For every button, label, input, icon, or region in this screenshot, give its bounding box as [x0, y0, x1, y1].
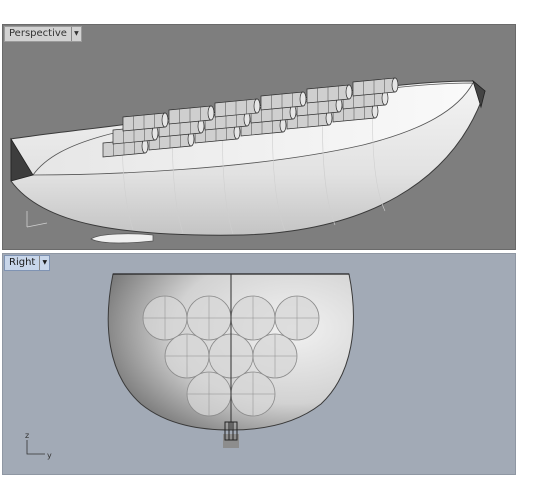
right-viewport-label[interactable]: Right ▼ — [4, 255, 51, 271]
perspective-scene — [10, 77, 486, 244]
keel — [90, 233, 154, 244]
axis-label-y: y — [47, 451, 52, 460]
tank-end-cap — [253, 98, 261, 114]
axis-label-z: z — [25, 431, 29, 440]
tank-end-cap — [345, 84, 353, 100]
axis-triad-icon — [26, 211, 48, 228]
dropdown-arrow-icon[interactable]: ▼ — [39, 256, 49, 270]
right-scene: z y — [25, 273, 354, 460]
axis-triad-icon — [26, 440, 45, 455]
perspective-viewport-label[interactable]: Perspective ▼ — [4, 26, 82, 42]
dropdown-arrow-icon[interactable]: ▼ — [70, 27, 81, 41]
tank-end-cap — [161, 112, 169, 128]
right-viewport[interactable]: z y Right ▼ — [2, 253, 516, 475]
viewport-title: Perspective — [9, 28, 67, 39]
tank-end-cap — [391, 77, 399, 93]
viewport-title: Right — [9, 257, 36, 268]
perspective-viewport[interactable]: Perspective ▼ — [2, 24, 516, 250]
tank-end-cap — [207, 105, 215, 121]
tank-end-cap — [299, 91, 307, 107]
